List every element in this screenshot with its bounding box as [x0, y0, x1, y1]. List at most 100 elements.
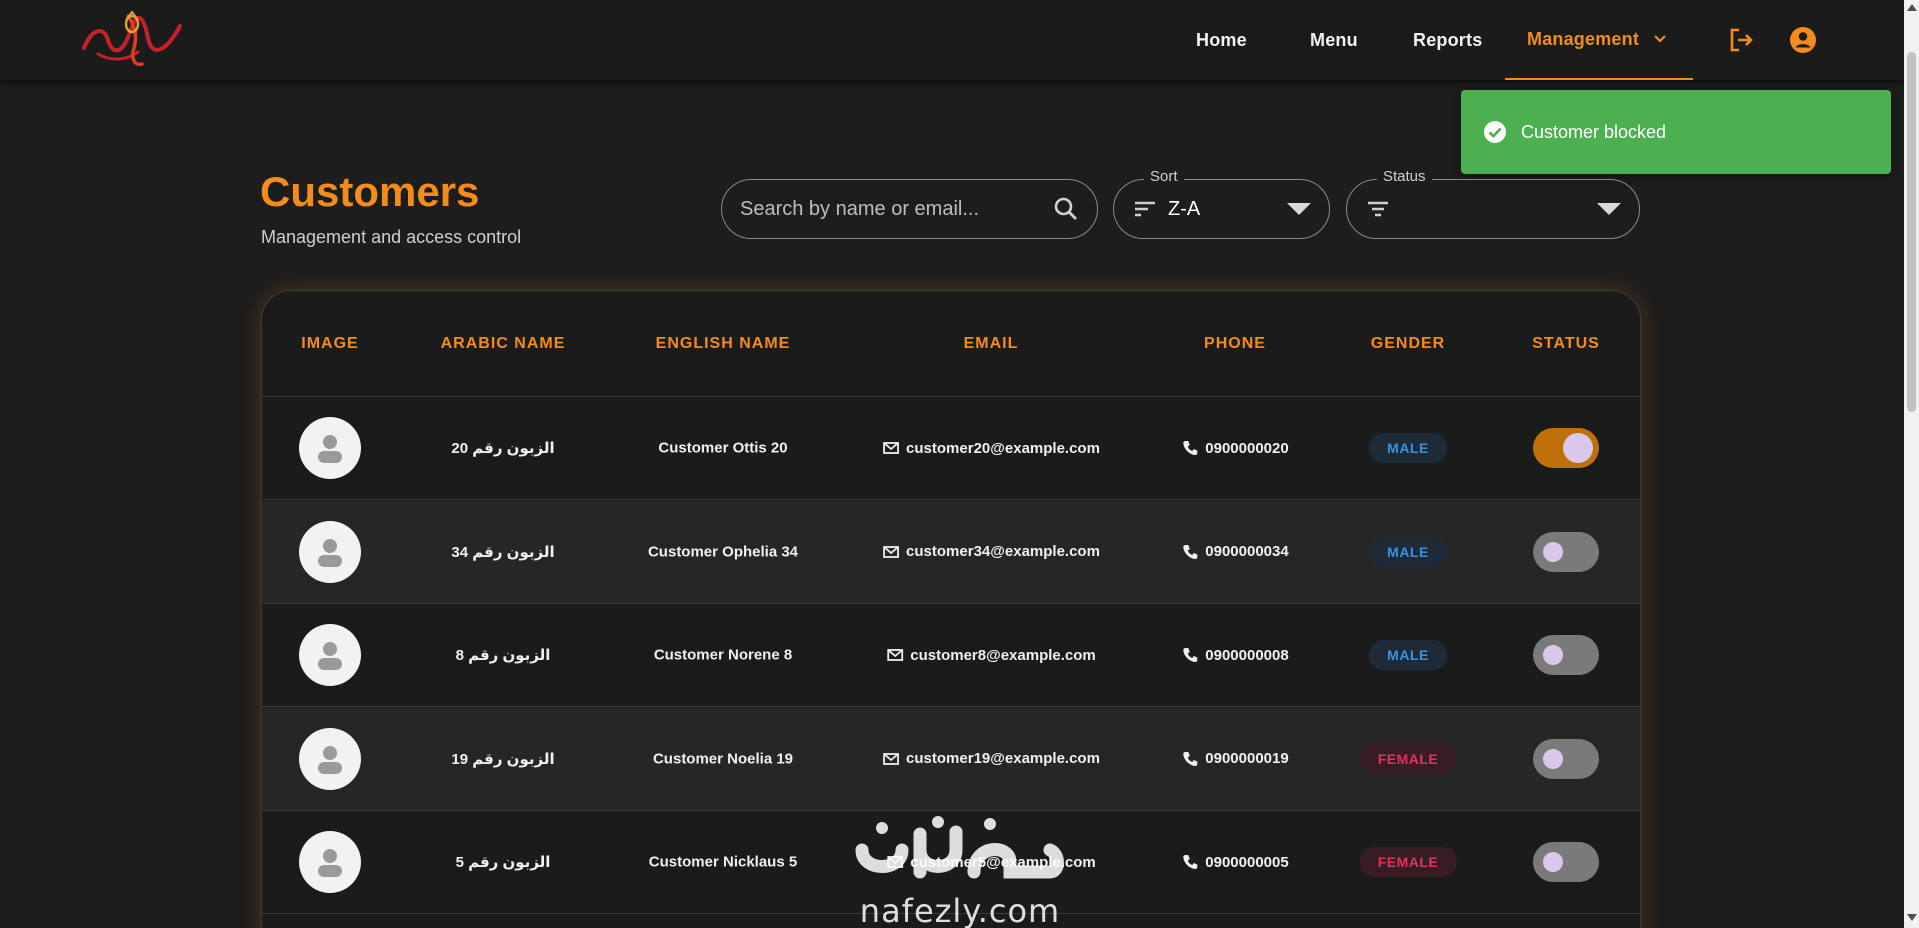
column-header-gender: GENDER — [1370, 335, 1446, 352]
email-text: customer20@example.com — [906, 439, 1100, 457]
customer-avatar — [299, 727, 361, 790]
status-cell — [1533, 842, 1599, 882]
gender-badge: MALE — [1369, 640, 1447, 670]
watermark-text: nafezly.com — [859, 892, 1061, 928]
status-toggle[interactable] — [1533, 635, 1599, 675]
gender-badge: FEMALE — [1359, 847, 1457, 877]
column-header-email: EMAIL — [963, 335, 1019, 352]
status-cell — [1533, 738, 1599, 779]
gender-cell: MALE — [1369, 433, 1447, 463]
column-header-arabic-name: ARABIC NAME — [440, 335, 566, 352]
english-name-cell: Customer Nicklaus 5 — [648, 853, 798, 871]
english-name-cell: Customer Ottis 20 — [658, 439, 788, 457]
account-circle-icon[interactable] — [1789, 26, 1817, 54]
nav-home[interactable]: Home — [1196, 0, 1247, 80]
logout-icon[interactable] — [1727, 26, 1755, 54]
search-field[interactable] — [721, 179, 1098, 239]
nav-reports[interactable]: Reports — [1413, 0, 1482, 80]
phone-cell: 0900000034 — [1181, 543, 1289, 561]
page-title: Customers — [260, 168, 480, 215]
column-header-english-name: ENGLISH NAME — [655, 335, 791, 352]
toggle-knob — [1563, 433, 1593, 463]
table-row[interactable]: الزبون رقم 20 Customer Ottis 20 customer20… — [262, 397, 1640, 500]
phone-cell: 0900000019 — [1181, 750, 1289, 768]
avatar — [299, 727, 361, 790]
toggle-knob — [1543, 852, 1563, 872]
sort-select[interactable]: Sort Z-A — [1113, 168, 1330, 239]
page-subtitle: Management and access control — [261, 227, 522, 247]
scrollbar-thumb[interactable] — [1907, 52, 1916, 412]
person-icon — [318, 849, 342, 877]
toast-message: Customer blocked — [1521, 121, 1667, 142]
status-filter-label: Status — [1377, 168, 1432, 185]
restaurant-logo[interactable] — [78, 8, 186, 70]
email-icon — [883, 545, 899, 558]
avatar — [299, 624, 361, 686]
customer-avatar — [299, 831, 361, 893]
customer-avatar — [299, 520, 361, 583]
phone-text: 0900000008 — [1205, 646, 1289, 664]
english-name-cell: Customer Ophelia 34 — [647, 543, 799, 560]
nav-menu[interactable]: Menu — [1310, 0, 1358, 80]
phone-text: 0900000019 — [1205, 750, 1289, 767]
search-icon[interactable] — [1053, 196, 1079, 222]
gender-badge: MALE — [1369, 536, 1447, 567]
nav-management[interactable]: Management — [1505, 0, 1693, 80]
nav-reports-label: Reports — [1413, 29, 1483, 50]
table-row[interactable]: الزبون رقم 34 Customer Ophelia 34 customer… — [262, 500, 1640, 604]
table-row[interactable]: الزبون رقم 19 Customer Noelia 19 customer1… — [262, 707, 1640, 811]
scroll-up-icon[interactable] — [1907, 4, 1917, 11]
phone-icon — [1183, 441, 1198, 455]
status-toggle[interactable] — [1533, 842, 1599, 882]
dropdown-arrow-icon — [1287, 203, 1311, 215]
phone-cell: 0900000020 — [1181, 439, 1289, 457]
avatar — [299, 831, 361, 893]
arabic-name-cell: الزبون رقم 20 — [451, 440, 555, 457]
table-row[interactable]: الزبون رقم 8 Customer Norene 8 customer8@e… — [262, 604, 1640, 707]
email-text: customer19@example.com — [906, 750, 1100, 767]
arabic-name-cell: الزبون رقم 5 — [455, 854, 551, 871]
email-cell: customer19@example.com — [882, 750, 1100, 768]
toggle-knob — [1543, 541, 1563, 562]
person-icon — [318, 435, 342, 463]
status-select[interactable]: Status — [1346, 168, 1640, 239]
arabic-name-cell: الزبون رقم 19 — [451, 750, 555, 768]
column-header-phone: PHONE — [1204, 335, 1266, 352]
english-name-cell: Customer Noelia 19 — [652, 750, 794, 767]
dropdown-arrow-icon — [1597, 203, 1621, 215]
scroll-down-icon[interactable] — [1907, 914, 1917, 921]
phone-icon — [1183, 648, 1198, 662]
email-icon — [883, 752, 899, 765]
gender-badge: FEMALE — [1359, 743, 1457, 774]
status-toggle[interactable] — [1533, 531, 1599, 572]
phone-icon — [1183, 855, 1198, 869]
success-toast: Customer blocked — [1461, 90, 1891, 174]
person-icon — [318, 538, 342, 567]
avatar — [299, 520, 361, 583]
phone-icon — [1183, 544, 1198, 559]
status-cell — [1533, 531, 1599, 572]
column-header-image: IMAGE — [301, 335, 359, 352]
gender-cell: FEMALE — [1359, 847, 1457, 877]
person-icon — [318, 745, 342, 774]
status-toggle[interactable] — [1533, 738, 1599, 779]
email-icon — [883, 442, 899, 454]
status-toggle[interactable] — [1533, 428, 1599, 468]
phone-text: 0900000005 — [1205, 853, 1289, 871]
nav-menu-label: Menu — [1310, 29, 1358, 50]
email-icon — [887, 649, 904, 661]
check-circle-icon — [1484, 121, 1506, 143]
customer-avatar — [299, 624, 361, 686]
filter-icon — [1368, 201, 1388, 217]
table-header: IMAGE ARABIC NAME ENGLISH NAME EMAIL PHO… — [262, 291, 1640, 397]
watermark: nafezly.com — [850, 810, 1070, 928]
customer-avatar — [299, 417, 361, 479]
phone-cell: 0900000008 — [1181, 646, 1289, 664]
page-scrollbar[interactable] — [1904, 0, 1919, 928]
top-navbar: Home Menu Reports Management — [0, 0, 1904, 80]
status-cell — [1533, 635, 1599, 675]
arabic-name-cell: الزبون رقم 8 — [455, 647, 551, 664]
column-header-status: STATUS — [1532, 335, 1600, 352]
person-icon — [318, 642, 342, 670]
search-input[interactable] — [740, 197, 1053, 221]
